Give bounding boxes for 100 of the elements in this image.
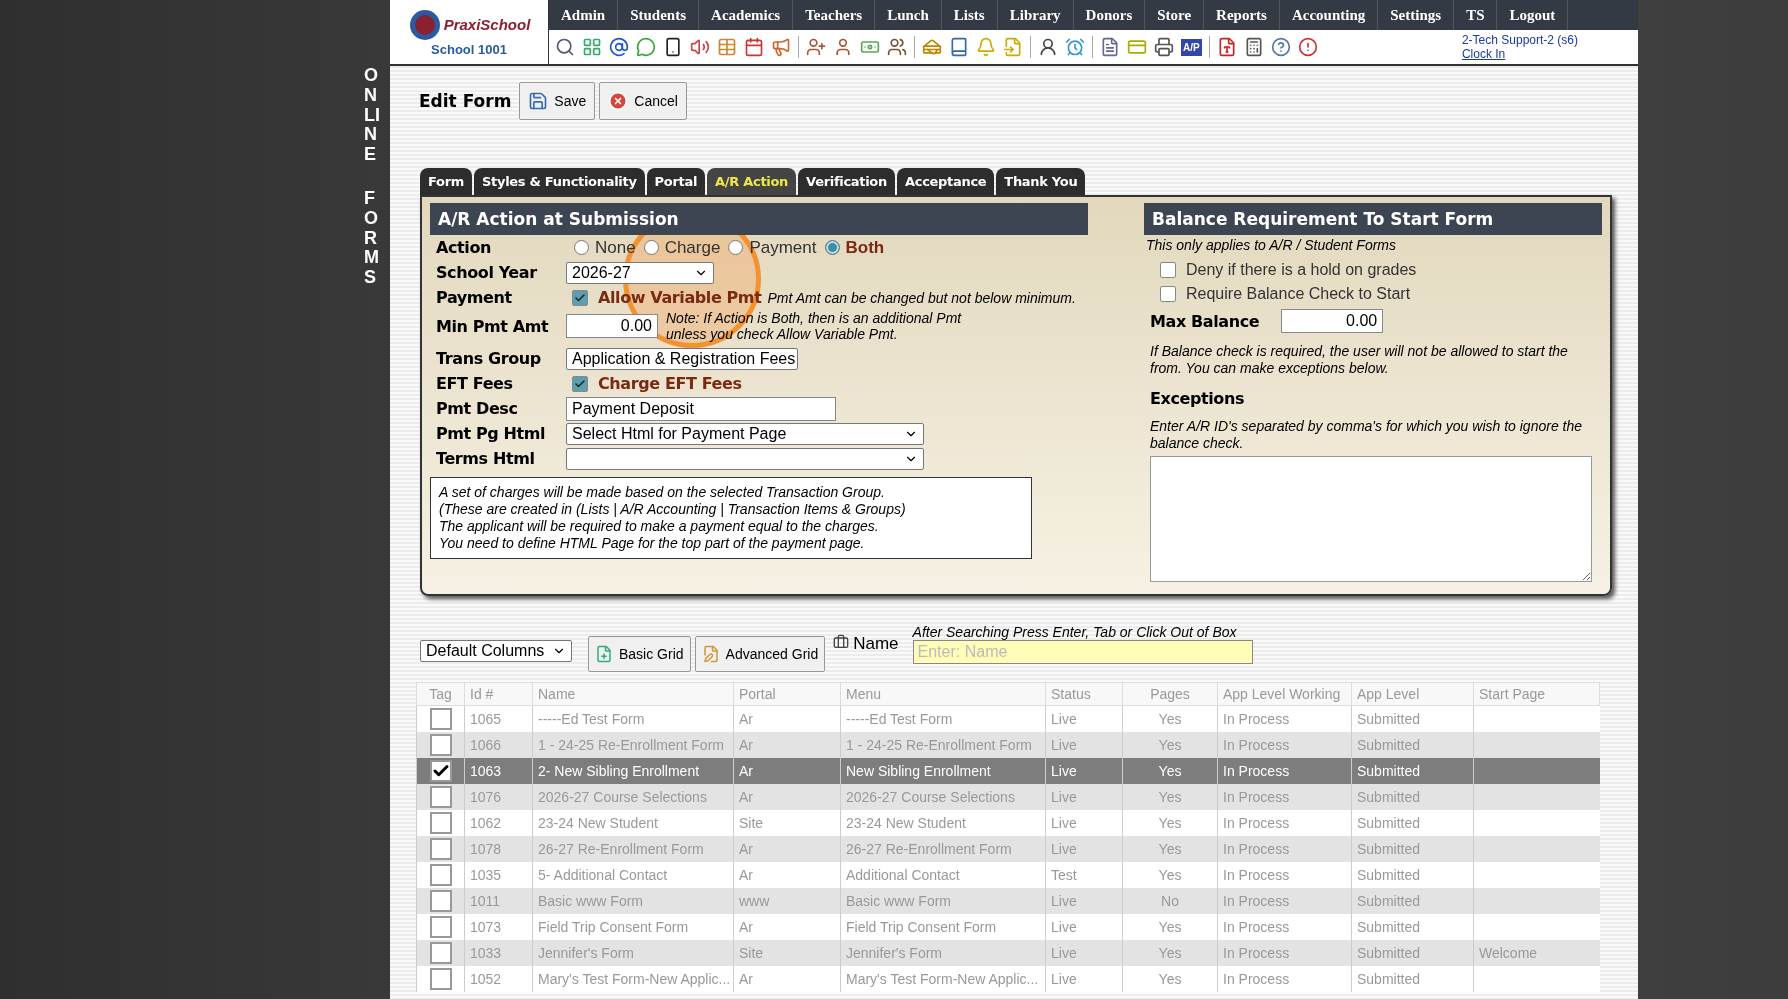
table-cell: Yes: [1122, 966, 1218, 992]
description-field[interactable]: Payment Deposit: [566, 396, 836, 421]
tag-checkbox[interactable]: [429, 864, 452, 886]
tag-checkbox[interactable]: [429, 916, 452, 938]
tag-checkbox[interactable]: [429, 942, 452, 964]
table-row[interactable]: 1063 2- New Sibling Enrollment Ar New Sibling Enrollment Live Yes In Process Submitted: [416, 758, 1600, 784]
table-cell: Ar: [733, 966, 841, 992]
table-cell: Mary's Test Form-New Applic...: [532, 966, 734, 992]
nav-menu-item[interactable]: TS: [1454, 0, 1498, 30]
nav-menu-item[interactable]: Library: [997, 0, 1074, 30]
nav-menu-item[interactable]: Accounting: [1279, 0, 1379, 30]
card-icon[interactable]: [1127, 37, 1147, 57]
checkbox[interactable]: [572, 375, 588, 392]
clock-in-link[interactable]: Clock In: [1461, 47, 1578, 61]
school-year-select[interactable]: 2026-27: [566, 261, 714, 284]
document-icon[interactable]: [1100, 37, 1120, 57]
tag-checkbox[interactable]: [429, 734, 452, 756]
trans-group-select[interactable]: Application & Registration Fees: [566, 347, 798, 370]
exceptions-text-area[interactable]: [1150, 456, 1592, 582]
nav-menu-item[interactable]: Settings: [1378, 0, 1455, 30]
columns-select[interactable]: Default Columns: [420, 640, 572, 662]
tag-checkbox[interactable]: [429, 708, 452, 730]
grid-icon[interactable]: [582, 37, 602, 57]
nav-menu-item[interactable]: Teachers: [793, 0, 876, 30]
checkbox[interactable]: [572, 289, 588, 306]
checkbox[interactable]: [1160, 262, 1176, 278]
tag-checkbox[interactable]: [429, 760, 452, 782]
table-cell: Live: [1045, 966, 1123, 992]
nav-menu-item[interactable]: Logout: [1497, 0, 1569, 30]
alarm-clock-icon[interactable]: [1065, 37, 1085, 57]
tab[interactable]: Portal: [646, 168, 706, 195]
tab[interactable]: Acceptance: [896, 168, 995, 195]
tag-checkbox[interactable]: [429, 786, 452, 808]
info-text: (These are created in (Lists | A/R Accounting | Transaction Items & Groups): [439, 501, 907, 518]
nav-menu-item[interactable]: Donors: [1073, 0, 1146, 30]
speaker-icon[interactable]: [690, 37, 710, 57]
help-icon[interactable]: [1270, 37, 1291, 57]
alert-icon[interactable]: [1297, 37, 1318, 57]
bell-icon[interactable]: [976, 37, 996, 57]
column-header: App Level: [1351, 682, 1474, 706]
field-label: Min Pmt Amt: [435, 316, 550, 336]
user-plus-icon[interactable]: [806, 37, 826, 57]
tag-checkbox[interactable]: [429, 968, 452, 990]
printer-icon[interactable]: [1154, 37, 1174, 57]
nav-menu-item[interactable]: Admin: [549, 0, 619, 30]
tab[interactable]: Form: [420, 168, 473, 195]
amount-field[interactable]: 0.00: [1281, 309, 1384, 333]
hint-text: After Searching Press Enter, Tab or Click Out of Box: [912, 624, 1238, 640]
table-cell: 1052: [464, 966, 533, 992]
file-arrow-icon[interactable]: [1003, 37, 1023, 57]
toolbar-button[interactable]: A/P: [1181, 38, 1202, 56]
cancel-button[interactable]: Cancel: [599, 82, 687, 120]
file-plus-icon: [595, 645, 613, 663]
nav-menu-item[interactable]: Lists: [941, 0, 998, 30]
subtitle-text: This only applies to A/R / Student Forms: [1145, 236, 1398, 255]
tab[interactable]: A/R Action: [707, 168, 797, 195]
name-search-field[interactable]: Enter: Name: [912, 640, 1253, 664]
save-button[interactable]: Save: [519, 82, 596, 120]
nav-menu-item[interactable]: Reports: [1204, 0, 1280, 30]
tag-checkbox[interactable]: [429, 890, 452, 912]
nav-menu-item[interactable]: Store: [1145, 0, 1205, 30]
column-header: Pages: [1122, 682, 1218, 706]
sandwich-icon[interactable]: [922, 37, 942, 57]
at-sign-icon[interactable]: [609, 37, 629, 57]
nav-menu-item[interactable]: Academics: [699, 0, 794, 30]
nav-menu-item[interactable]: Students: [618, 0, 700, 30]
column-header: App Level Working: [1217, 682, 1352, 706]
radio-button[interactable]: [728, 240, 744, 255]
tag-checkbox[interactable]: [429, 838, 452, 860]
search-icon[interactable]: [555, 37, 575, 57]
tag-checkbox[interactable]: [429, 812, 452, 834]
chat-icon[interactable]: [636, 37, 656, 57]
grid-button[interactable]: Advanced Grid: [694, 636, 826, 672]
grid-button[interactable]: Basic Grid: [588, 636, 691, 672]
person-icon[interactable]: [1038, 37, 1058, 57]
book-icon[interactable]: [949, 37, 969, 57]
radio-button[interactable]: [643, 240, 659, 255]
radio-label: Charge: [664, 237, 721, 258]
nav-menu-item[interactable]: Lunch: [875, 0, 942, 30]
panel-title: A/R Action at Submission: [430, 203, 1088, 235]
tab[interactable]: Verification: [798, 168, 895, 195]
file-pen-icon: [701, 645, 720, 663]
radio-button[interactable]: [574, 240, 589, 255]
vertical-banner-text: ONLINE: [364, 66, 381, 165]
radio-button[interactable]: [824, 240, 840, 255]
checkbox[interactable]: [1160, 286, 1176, 302]
table-cell: Mary's Test Form-New Applic...: [840, 966, 1046, 992]
phone-icon[interactable]: [663, 37, 683, 57]
calendar-icon[interactable]: [744, 37, 764, 57]
person-icon[interactable]: [833, 37, 853, 57]
amount-field[interactable]: 0.00: [566, 314, 658, 338]
checkbox-label: Deny if there is a hold on grades: [1186, 261, 1417, 279]
table-icon[interactable]: [717, 37, 737, 57]
payment-page-select[interactable]: Select Html for Payment Page: [566, 422, 924, 445]
terms-select[interactable]: [566, 447, 924, 470]
people-icon[interactable]: [887, 37, 907, 57]
megaphone-icon[interactable]: [771, 37, 791, 57]
tab[interactable]: Styles & Functionality: [474, 168, 645, 195]
section-title: Exceptions: [1150, 389, 1246, 408]
tab[interactable]: Thank You: [996, 168, 1086, 195]
